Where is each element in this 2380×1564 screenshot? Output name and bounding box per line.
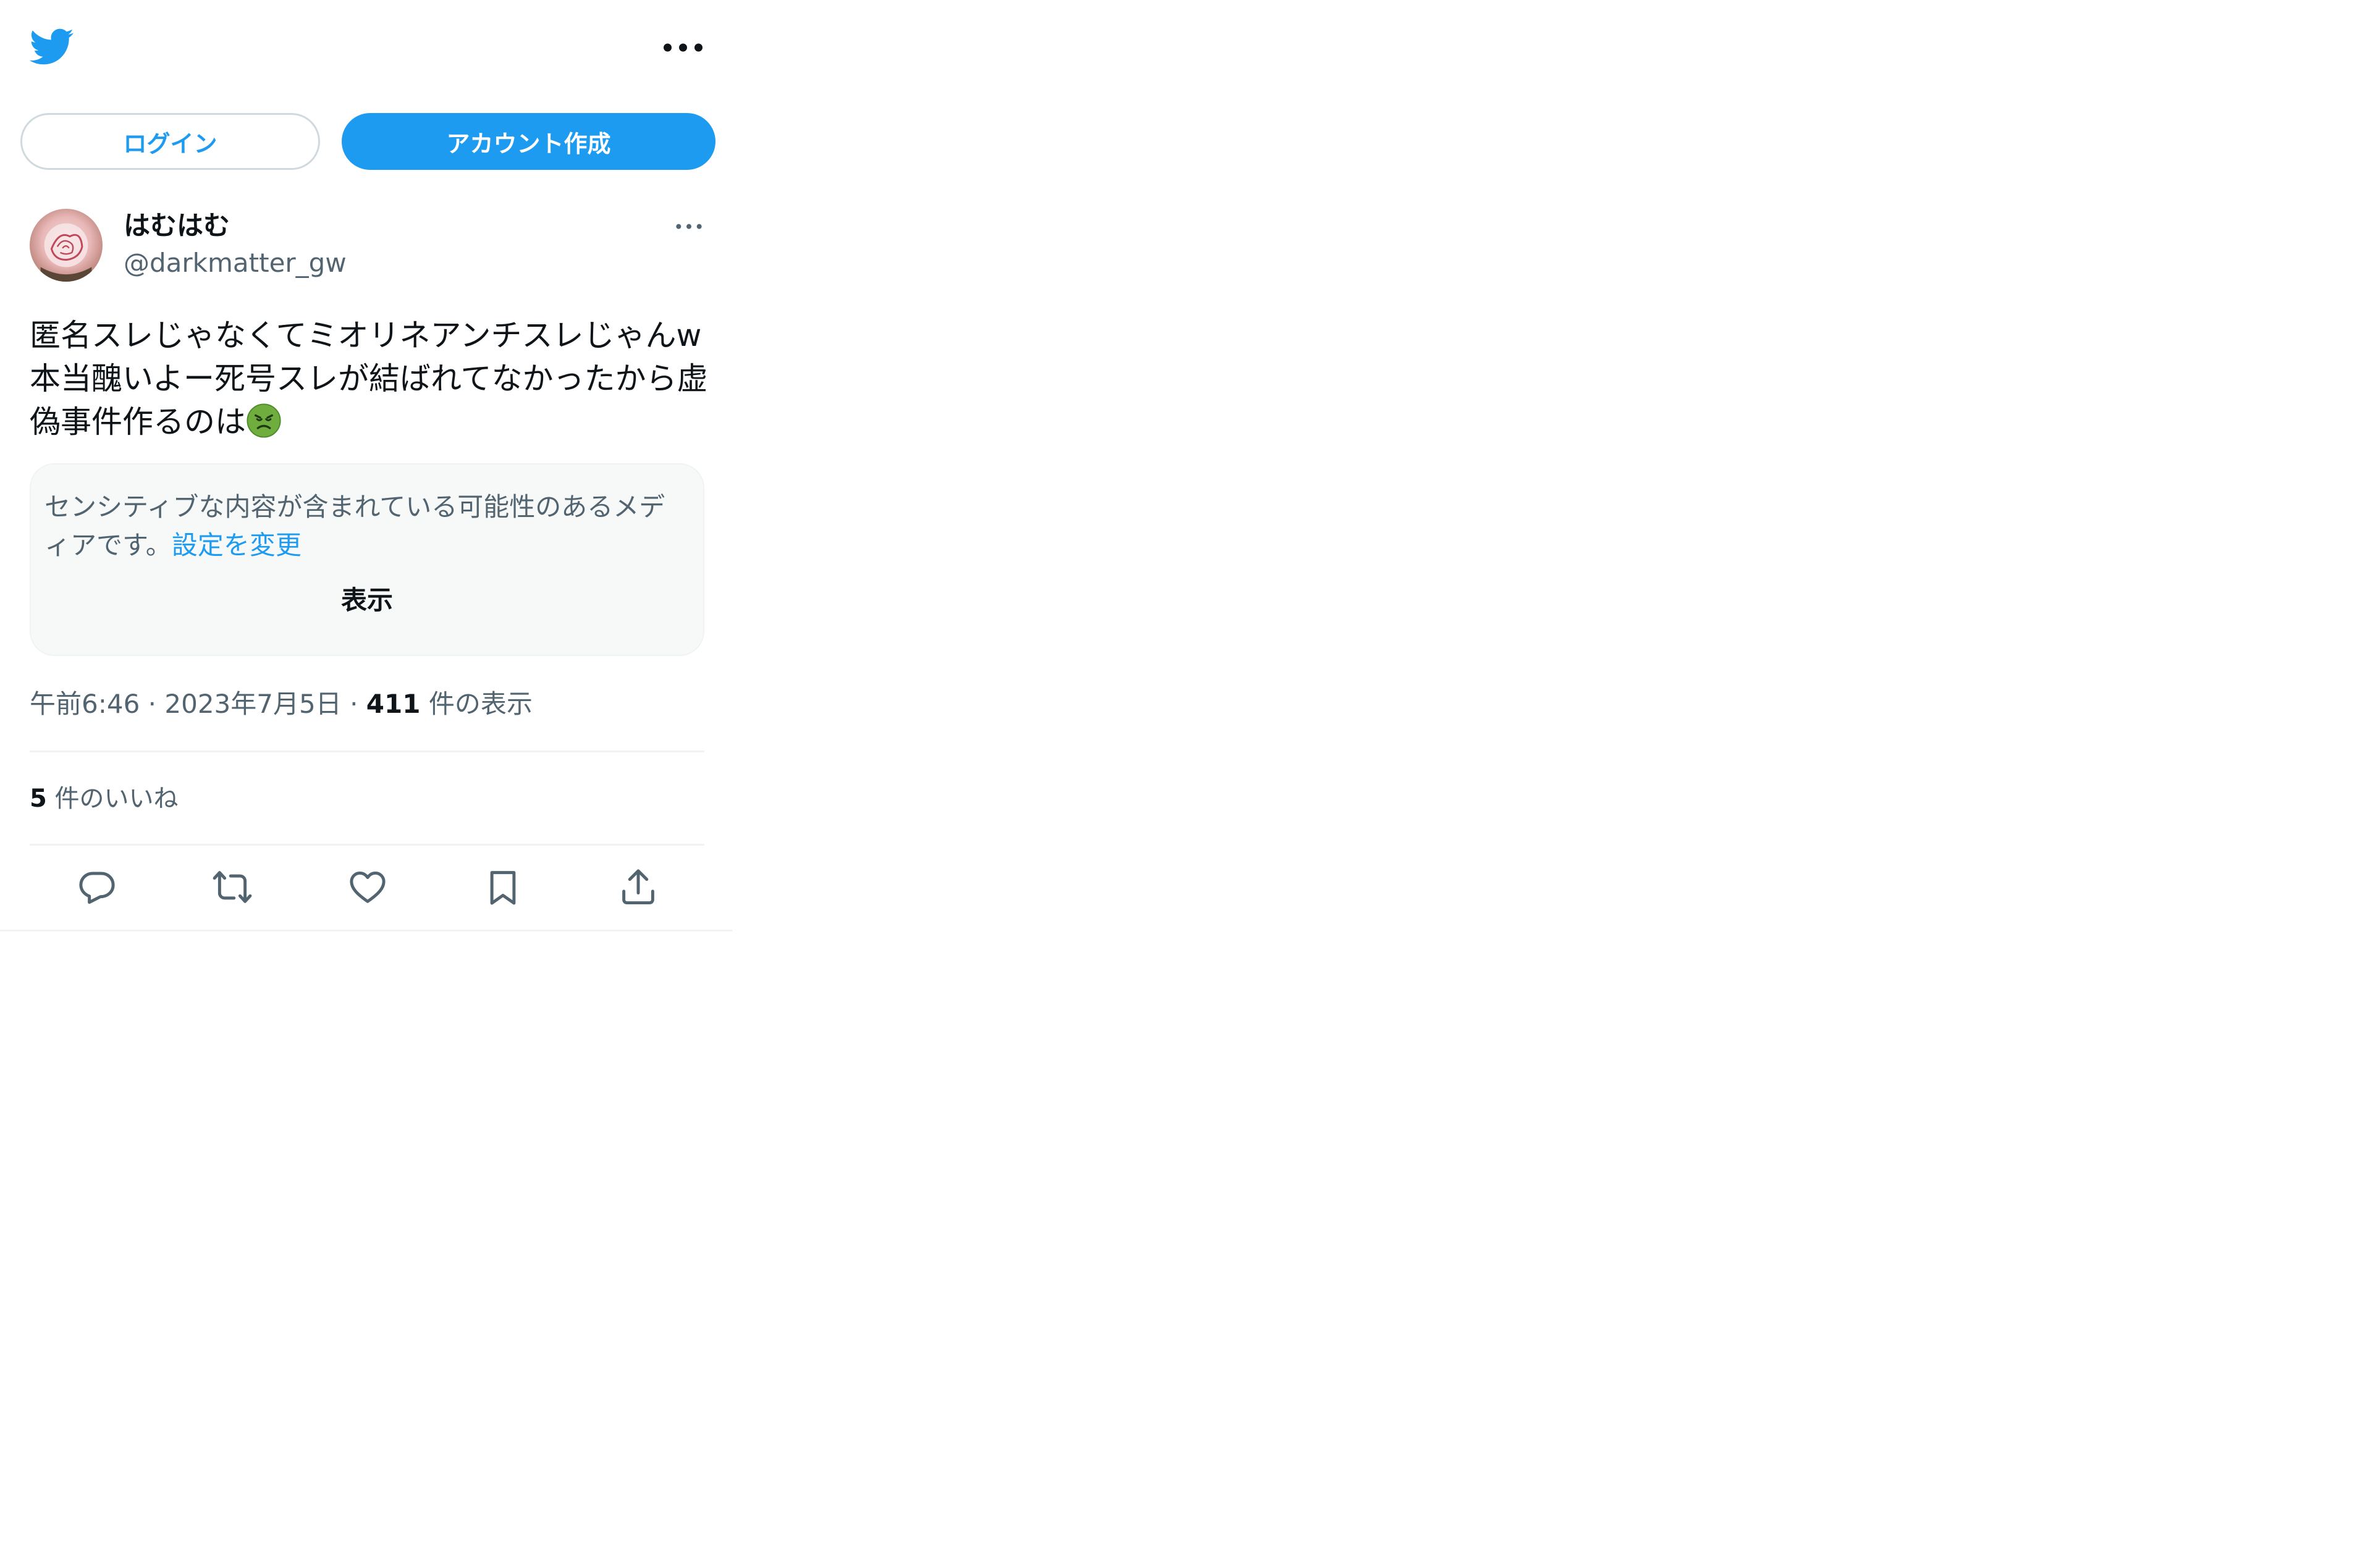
reply-icon[interactable] xyxy=(77,867,117,907)
like-icon[interactable] xyxy=(347,867,388,907)
retweet-icon[interactable] xyxy=(212,867,253,907)
tweet-column: ログイン アカウント作成 はむはむ @darkmatter_gw 匿名スレじゃな… xyxy=(0,0,732,933)
avatar[interactable] xyxy=(30,209,103,282)
tweet-date[interactable]: 2023年7月5日 xyxy=(164,689,341,719)
author-handle[interactable]: @darkmatter_gw xyxy=(124,246,347,280)
tweet-more-icon[interactable] xyxy=(673,216,704,238)
top-bar xyxy=(0,0,732,93)
tweet-text-line: 本当醜いよー死号スレが結ばれてなかったから虚 xyxy=(30,361,708,397)
show-media-button[interactable]: 表示 xyxy=(31,583,703,618)
sensitive-warning-line: センシティブな内容が含まれている可能性のあるメデ xyxy=(44,492,665,522)
likes-label: 件のいいね xyxy=(46,784,179,813)
share-icon[interactable] xyxy=(618,867,659,907)
bookmark-icon[interactable] xyxy=(483,867,523,907)
sensitive-media-notice: センシティブな内容が含まれている可能性のあるメデ ィアです。設定を変更 表示 xyxy=(30,463,704,656)
divider xyxy=(30,750,704,752)
sensitive-warning-line: ィアです。設定を変更 xyxy=(44,526,687,565)
page: ログイン アカウント作成 はむはむ @darkmatter_gw 匿名スレじゃな… xyxy=(0,0,2380,1564)
sensitive-media-warning: センシティブな内容が含まれている可能性のあるメデ ィアです。設定を変更 xyxy=(44,488,687,565)
more-horizontal-icon[interactable] xyxy=(660,32,706,63)
tweet-text-line: 偽事件作るのは xyxy=(30,400,709,444)
tweet-text-line: 匿名スレじゃなくてミオリネアンチスレじゃんw xyxy=(30,317,702,353)
create-account-button[interactable]: アカウント作成 xyxy=(342,113,715,170)
author-display-name[interactable]: はむはむ xyxy=(124,209,230,243)
meta-separator: · xyxy=(341,689,366,719)
tweet-text: 匿名スレじゃなくてミオリネアンチスレじゃんw 本当醜いよー死号スレが結ばれてなか… xyxy=(30,314,709,444)
login-button-label: ログイン xyxy=(123,130,217,158)
nauseated-face-icon xyxy=(246,403,282,439)
tweet-bottom-border xyxy=(0,930,732,931)
tweet-meta: 午前6:46 · 2023年7月5日 · 411 件の表示 xyxy=(30,686,533,723)
likes-count: 5 xyxy=(30,784,47,813)
login-button[interactable]: ログイン xyxy=(20,113,320,170)
tweet-action-bar xyxy=(30,862,704,914)
meta-separator: · xyxy=(140,689,165,719)
likes-link[interactable]: 5 件のいいね xyxy=(30,780,179,817)
views-label: 件の表示 xyxy=(420,689,533,719)
create-account-button-label: アカウント作成 xyxy=(446,130,611,158)
tweet-text-line-content: 偽事件作るのは xyxy=(30,404,246,440)
tweet-time[interactable]: 午前6:46 xyxy=(30,689,140,719)
change-settings-link[interactable]: 設定を変更 xyxy=(172,530,302,560)
views-count: 411 xyxy=(366,689,421,719)
divider xyxy=(30,844,704,846)
sensitive-warning-text: ィアです。 xyxy=(44,530,172,560)
twitter-bird-icon[interactable] xyxy=(28,23,74,70)
